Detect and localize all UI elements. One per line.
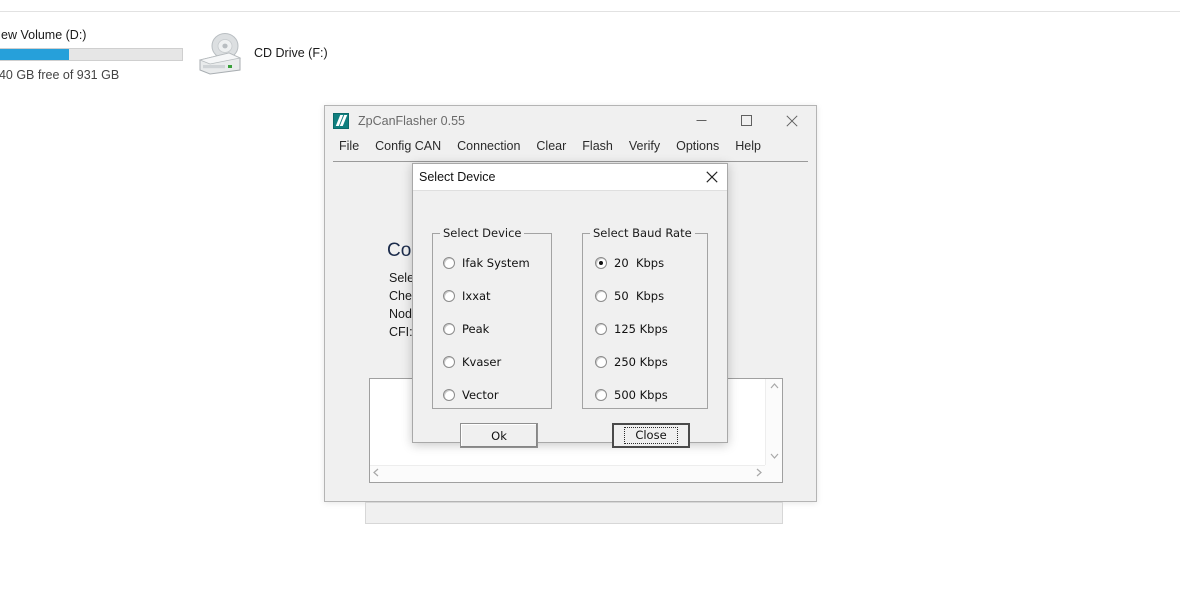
info-label-checksum: Che: [389, 289, 412, 303]
info-label-cfi: CFI:: [389, 325, 413, 339]
info-label-node: Nod: [389, 307, 412, 321]
radio-indicator: [595, 323, 607, 335]
radio-indicator: [595, 257, 607, 269]
radio-label: 20 Kbps: [614, 256, 665, 270]
radio-baud-500kbps[interactable]: 500 Kbps: [595, 388, 668, 402]
ok-button-label: Ok: [491, 428, 507, 443]
app-titlebar[interactable]: ZpCanFlasher 0.55: [325, 106, 816, 136]
chevron-down-icon[interactable]: [767, 449, 782, 465]
radio-indicator: [443, 323, 455, 335]
radio-device-ifak-system[interactable]: Ifak System: [443, 256, 530, 270]
radio-label: Peak: [462, 322, 490, 336]
close-button-label: Close: [624, 427, 678, 444]
radio-indicator: [443, 257, 455, 269]
device-group-legend: Select Device: [440, 226, 525, 240]
scrollbar-corner: [765, 465, 782, 482]
menu-item-flash[interactable]: Flash: [574, 137, 621, 156]
dialog-title: Select Device: [419, 170, 496, 184]
dialog-titlebar[interactable]: Select Device: [413, 164, 727, 191]
radio-label: 250 Kbps: [614, 355, 668, 369]
drive-d-label: New Volume (D:): [0, 28, 87, 42]
close-dialog-button[interactable]: Close: [612, 423, 690, 448]
app-menubar[interactable]: File Config CAN Connection Clear Flash V…: [325, 136, 816, 157]
close-icon: [785, 114, 798, 127]
radio-device-kvaser[interactable]: Kvaser: [443, 355, 501, 369]
radio-label: Vector: [462, 388, 499, 402]
drive-tile-f[interactable]: CD Drive (F:): [196, 30, 328, 76]
menu-item-file[interactable]: File: [331, 137, 367, 156]
app-title: ZpCanFlasher 0.55: [358, 114, 466, 128]
radio-label: Kvaser: [462, 355, 502, 369]
radio-label: Ifak System: [462, 256, 530, 270]
radio-indicator: [443, 356, 455, 368]
connection-heading: Co: [387, 240, 412, 261]
radio-device-ixxat[interactable]: Ixxat: [443, 289, 491, 303]
radio-baud-125kbps[interactable]: 125 Kbps: [595, 322, 668, 336]
menu-item-connection[interactable]: Connection: [449, 137, 528, 156]
chevron-up-icon[interactable]: [767, 379, 782, 395]
radio-indicator: [595, 290, 607, 302]
maximize-button[interactable]: [724, 106, 769, 135]
select-device-dialog[interactable]: Select Device Select Device Ifak System …: [412, 163, 728, 448]
device-groupbox: Select Device Ifak System Ixxat Peak Kva…: [432, 226, 552, 409]
radio-baud-20kbps[interactable]: 20 Kbps: [595, 256, 664, 270]
chevron-right-icon[interactable]: [753, 465, 765, 483]
menu-item-help[interactable]: Help: [727, 137, 769, 156]
radio-label: Ixxat: [462, 289, 491, 303]
log-horizontal-scrollbar[interactable]: [370, 465, 765, 482]
baud-group-legend: Select Baud Rate: [590, 226, 695, 240]
status-bar: [365, 502, 783, 524]
radio-indicator: [443, 290, 455, 302]
drive-d-capacity-fill: [0, 49, 69, 60]
radio-label: 500 Kbps: [614, 388, 668, 402]
log-vertical-scrollbar[interactable]: [765, 379, 782, 465]
chevron-left-icon[interactable]: [370, 465, 382, 483]
radio-device-peak[interactable]: Peak: [443, 322, 489, 336]
baud-rate-groupbox: Select Baud Rate 20 Kbps 50 Kbps 125 Kbp…: [582, 226, 708, 409]
radio-baud-50kbps[interactable]: 50 Kbps: [595, 289, 664, 303]
info-label-selected: Sele: [389, 271, 415, 285]
radio-indicator: [595, 389, 607, 401]
menu-item-clear[interactable]: Clear: [528, 137, 574, 156]
ok-button[interactable]: Ok: [460, 423, 538, 448]
radio-indicator: [443, 389, 455, 401]
radio-label: 50 Kbps: [614, 289, 665, 303]
cd-drive-icon: [196, 30, 244, 76]
zpcanflasher-app-icon: [333, 113, 349, 129]
drive-tile-d[interactable]: New Volume (D:) 640 GB free of 931 GB: [0, 27, 192, 83]
radio-baud-250kbps[interactable]: 250 Kbps: [595, 355, 668, 369]
minimize-button[interactable]: [679, 106, 724, 135]
menu-item-config-can[interactable]: Config CAN: [367, 137, 449, 156]
maximize-icon: [741, 115, 752, 126]
drive-d-space-label: 640 GB free of 931 GB: [0, 68, 120, 82]
drive-d-capacity-bar: [0, 48, 183, 61]
close-icon: [706, 168, 718, 187]
close-button[interactable]: [769, 106, 814, 135]
menu-item-options[interactable]: Options: [668, 137, 727, 156]
explorer-separator: [0, 11, 1180, 12]
radio-device-vector[interactable]: Vector: [443, 388, 499, 402]
drive-f-label: CD Drive (F:): [254, 46, 328, 60]
radio-label: 125 Kbps: [614, 322, 668, 336]
dialog-close-button[interactable]: [699, 165, 725, 189]
dialog-body: Select Device Ifak System Ixxat Peak Kva…: [413, 191, 727, 448]
minimize-icon: [696, 115, 707, 126]
menu-item-verify[interactable]: Verify: [621, 137, 668, 156]
radio-indicator: [595, 356, 607, 368]
